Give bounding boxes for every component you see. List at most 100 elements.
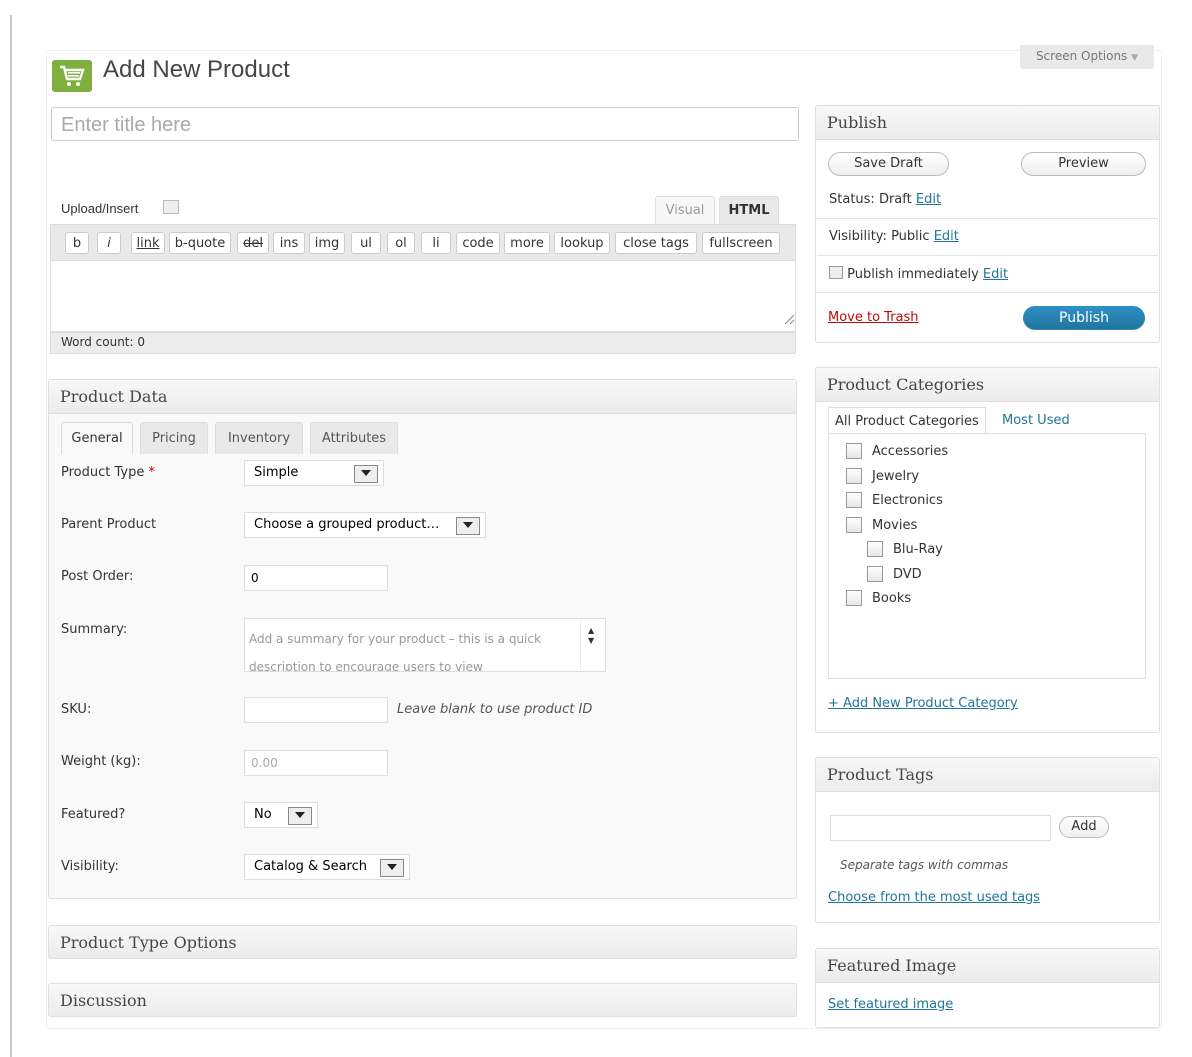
- product-type-value: Simple: [254, 465, 299, 480]
- category-checkbox[interactable]: [846, 467, 862, 484]
- word-count: Word count: 0: [50, 332, 796, 354]
- featured-select[interactable]: No: [244, 802, 318, 828]
- category-checkbox[interactable]: [846, 590, 862, 606]
- tab-most-used[interactable]: Most Used: [996, 407, 1076, 434]
- title-input[interactable]: Enter title here: [51, 107, 799, 141]
- summary-textarea[interactable]: Add a summary for your product – this is…: [244, 618, 606, 672]
- add-category-link[interactable]: + Add New Product Category: [828, 696, 1018, 711]
- status-edit-link[interactable]: Edit: [916, 192, 941, 207]
- move-to-trash-link[interactable]: Move to Trash: [828, 310, 919, 325]
- qt-ins-button[interactable]: ins: [273, 232, 305, 254]
- weight-label: Weight (kg):: [61, 754, 141, 769]
- content-textarea[interactable]: [50, 260, 796, 332]
- category-label: Blu-Ray: [893, 542, 943, 557]
- status-label: Status:: [829, 192, 875, 207]
- publish-title: Publish: [816, 106, 1159, 140]
- status-value: Draft: [878, 192, 912, 207]
- chevron-down-icon: [288, 807, 312, 825]
- publish-visibility-label: Visibility:: [829, 229, 887, 244]
- summary-label: Summary:: [61, 622, 128, 637]
- qt-close-tags-button[interactable]: close tags: [615, 232, 697, 254]
- qt-fullscreen-button[interactable]: fullscreen: [702, 232, 780, 254]
- parent-product-select[interactable]: Choose a grouped product…: [244, 512, 486, 538]
- tab-all-categories[interactable]: All Product Categories: [828, 407, 986, 434]
- featured-label: Featured?: [61, 807, 126, 822]
- add-tag-button[interactable]: Add: [1059, 816, 1109, 838]
- visibility-select[interactable]: Catalog & Search: [244, 854, 410, 880]
- qt-more-button[interactable]: more: [504, 232, 550, 254]
- chevron-down-icon: [380, 859, 404, 877]
- weight-input[interactable]: 0.00: [244, 750, 388, 776]
- discussion-box[interactable]: Discussion: [48, 983, 797, 1017]
- qt-lookup-button[interactable]: lookup: [554, 232, 610, 254]
- tab-pricing[interactable]: Pricing: [140, 422, 208, 454]
- category-label: DVD: [893, 566, 922, 582]
- screen-options-label: Screen Options: [1035, 49, 1128, 63]
- calendar-icon: [829, 266, 843, 279]
- tags-title: Product Tags: [816, 758, 1159, 792]
- sku-input[interactable]: [244, 697, 388, 723]
- chevron-down-icon: [456, 517, 480, 535]
- page-title: Add New Product: [103, 56, 290, 83]
- dropdown-arrow-icon: ▼: [1131, 53, 1139, 63]
- choose-tags-link[interactable]: Choose from the most used tags: [828, 890, 1040, 905]
- qt-li-button[interactable]: li: [421, 232, 451, 254]
- category-label: Movies: [872, 517, 918, 533]
- qt-link-button[interactable]: link: [131, 232, 165, 254]
- tab-general[interactable]: General: [61, 422, 133, 454]
- tab-visual[interactable]: Visual: [655, 196, 715, 224]
- preview-button[interactable]: Preview: [1021, 152, 1146, 176]
- schedule-edit-link[interactable]: Edit: [983, 267, 1008, 282]
- screen-options-button[interactable]: Screen Options ▼: [1020, 45, 1154, 69]
- qt-code-button[interactable]: code: [456, 232, 500, 254]
- category-label: Books: [872, 591, 912, 606]
- summary-scrollbar[interactable]: ▲ ▼: [580, 620, 604, 670]
- qt-ol-button[interactable]: ol: [387, 232, 415, 254]
- post-order-input[interactable]: 0: [244, 565, 388, 591]
- product-type-select[interactable]: Simple: [244, 460, 384, 486]
- qt-italic-button[interactable]: i: [97, 232, 121, 254]
- scroll-down-icon[interactable]: ▼: [588, 636, 594, 645]
- product-type-label: Product Type *: [61, 465, 155, 480]
- qt-ul-button[interactable]: ul: [351, 232, 381, 254]
- schedule-row: Publish immediately Edit: [817, 256, 1158, 293]
- status-row: Status: Draft Edit: [817, 182, 1158, 219]
- visibility-edit-link[interactable]: Edit: [934, 229, 959, 244]
- tab-html[interactable]: HTML: [719, 196, 779, 224]
- scroll-up-icon[interactable]: ▲: [588, 626, 594, 635]
- visibility-label: Visibility:: [61, 859, 119, 874]
- tab-inventory[interactable]: Inventory: [215, 422, 303, 454]
- featured-value: No: [254, 807, 272, 822]
- tab-attributes[interactable]: Attributes: [310, 422, 398, 454]
- quicktags-toolbar: b i link b-quote del ins img ul ol li co…: [50, 224, 796, 260]
- category-label: Electronics: [872, 493, 943, 508]
- category-label: Accessories: [872, 444, 949, 459]
- post-order-label: Post Order:: [61, 569, 134, 584]
- tags-input[interactable]: [830, 815, 1051, 841]
- qt-img-button[interactable]: img: [309, 232, 345, 254]
- category-checkbox[interactable]: [867, 565, 883, 582]
- publish-visibility-value: Public: [891, 229, 930, 244]
- set-featured-image-link[interactable]: Set featured image: [828, 997, 953, 1012]
- product-type-options-box[interactable]: Product Type Options: [48, 925, 797, 959]
- category-checkbox[interactable]: [846, 443, 862, 459]
- featured-image-title: Featured Image: [816, 949, 1159, 983]
- parent-product-label: Parent Product: [61, 517, 157, 532]
- resize-handle-icon[interactable]: [783, 313, 795, 325]
- save-draft-button[interactable]: Save Draft: [828, 152, 949, 176]
- category-checkbox[interactable]: [846, 516, 862, 533]
- publish-button[interactable]: Publish: [1023, 306, 1145, 330]
- tags-hint: Separate tags with commas: [840, 858, 1009, 872]
- sku-label: SKU:: [61, 702, 92, 717]
- media-icon[interactable]: [163, 200, 179, 214]
- category-checkbox[interactable]: [867, 541, 883, 557]
- schedule-text: Publish immediately: [847, 267, 979, 282]
- required-mark: *: [148, 465, 156, 480]
- product-type-label-text: Product Type: [61, 465, 145, 480]
- category-checkbox[interactable]: [846, 492, 862, 508]
- qt-del-button[interactable]: del: [237, 232, 269, 254]
- qt-bquote-button[interactable]: b-quote: [169, 232, 231, 254]
- visibility-value: Catalog & Search: [254, 859, 367, 874]
- qt-bold-button[interactable]: b: [65, 232, 89, 254]
- cart-icon: [52, 60, 92, 92]
